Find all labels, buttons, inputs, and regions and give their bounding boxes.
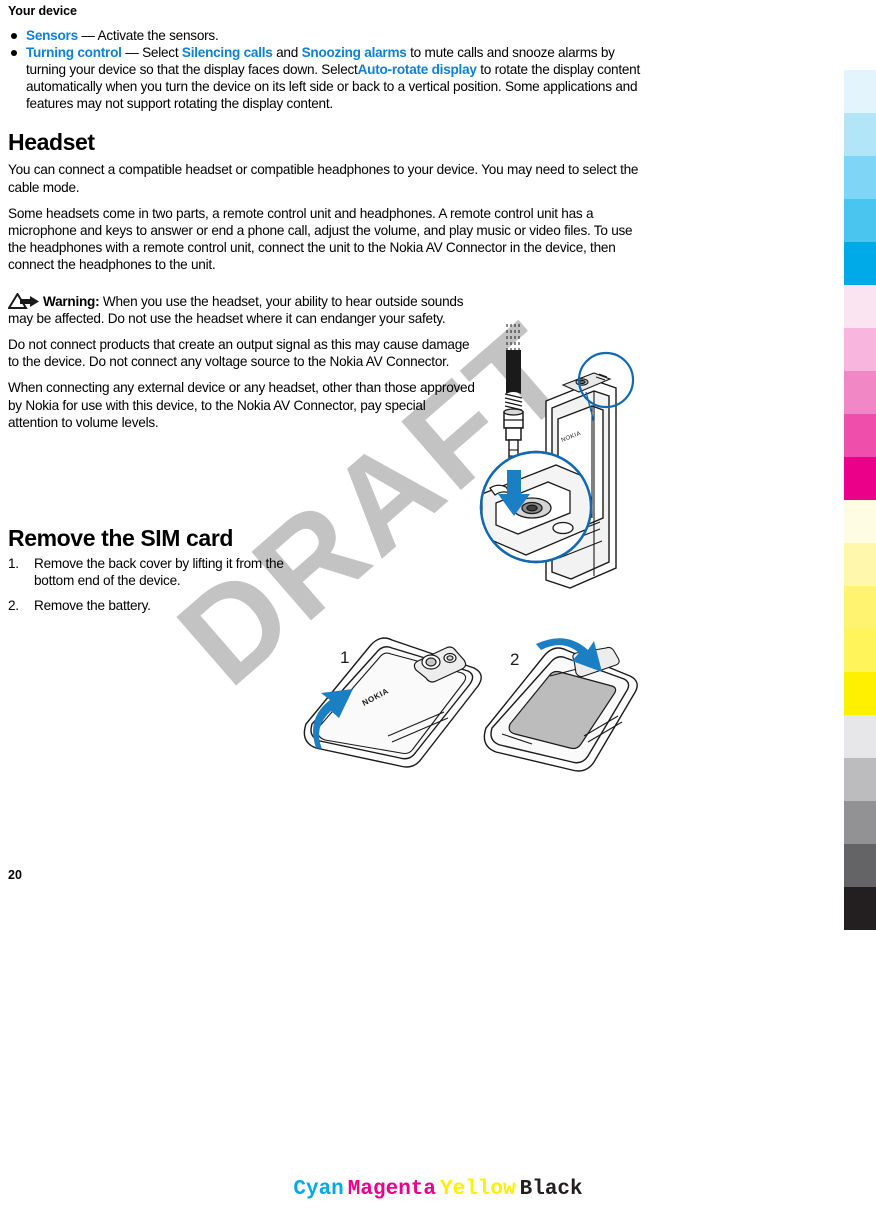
legend-cyan: Cyan xyxy=(293,1178,344,1201)
page-content: Your device Sensors — Activate the senso… xyxy=(7,0,640,622)
figure-callout-2: 2 xyxy=(510,650,519,669)
sim-step-2: 2. Remove the battery. xyxy=(8,597,288,614)
color-swatch-magenta-4 xyxy=(844,414,876,457)
print-color-bars xyxy=(844,0,876,1210)
figure-callout-1: 1 xyxy=(340,648,349,667)
color-swatch-magenta-1 xyxy=(844,285,876,328)
color-swatch-magenta-5 xyxy=(844,457,876,500)
legend-magenta: Magenta xyxy=(347,1178,436,1201)
sim-step-1-text: Remove the back cover by lifting it from… xyxy=(34,555,284,588)
color-swatch-yellow-3 xyxy=(844,586,876,629)
page-number: 20 xyxy=(8,868,22,882)
sim-step-2-number: 2. xyxy=(8,597,19,613)
color-swatch-yellow-2 xyxy=(844,543,876,586)
legend-yellow: Yellow xyxy=(440,1178,516,1201)
headset-paragraph-2: Some headsets come in two parts, a remot… xyxy=(8,205,633,272)
color-swatch-black-5 xyxy=(844,887,876,930)
turning-control-text-1: — Select xyxy=(121,45,182,61)
legend-black: Black xyxy=(519,1178,583,1201)
headset-warning: Warning: When you use the headset, your … xyxy=(7,292,478,327)
sim-step-1: 1. Remove the back cover by lifting it fr… xyxy=(8,555,288,589)
link-silencing-calls[interactable]: Silencing calls xyxy=(182,45,273,60)
color-swatch-cyan-5 xyxy=(844,242,876,285)
feature-bullet-list: Sensors — Activate the sensors. Turning … xyxy=(8,27,640,112)
remove-sim-illustration: NOKIA 1 2 xyxy=(288,632,638,777)
color-swatch-yellow-4 xyxy=(844,629,876,672)
color-bar-group-magenta xyxy=(844,285,876,500)
warning-triangle-arrow-icon xyxy=(7,292,42,310)
headset-paragraph-1: You can connect a compatible headset or … xyxy=(8,162,639,195)
color-swatch-magenta-2 xyxy=(844,328,876,371)
print-color-legend: Cyan Magenta Yellow Black xyxy=(0,1178,876,1201)
sim-steps-list: 1. Remove the back cover by lifting it fr… xyxy=(8,555,288,614)
link-turning-control[interactable]: Turning control xyxy=(26,45,122,60)
color-swatch-yellow-5 xyxy=(844,672,876,715)
color-swatch-black-3 xyxy=(844,801,876,844)
sim-step-2-text: Remove the battery. xyxy=(34,597,151,613)
list-item-turning-control: Turning control — Select Silencing calls… xyxy=(8,44,640,112)
color-swatch-cyan-1 xyxy=(844,70,876,113)
heading-headset: Headset xyxy=(8,129,95,156)
color-swatch-black-2 xyxy=(844,758,876,801)
bullet-sensors-text: — Activate the sensors. xyxy=(77,28,219,43)
sim-step-1-number: 1. xyxy=(8,555,19,571)
color-swatch-black-4 xyxy=(844,844,876,887)
link-sensors[interactable]: Sensors xyxy=(26,28,78,43)
turning-control-text-2: and xyxy=(272,45,302,61)
color-swatch-cyan-4 xyxy=(844,199,876,242)
link-auto-rotate-display[interactable]: Auto-rotate display xyxy=(358,62,477,77)
list-item-sensors: Sensors — Activate the sensors. xyxy=(8,27,640,44)
color-bar-group-cyan xyxy=(844,70,876,285)
color-swatch-magenta-3 xyxy=(844,371,876,414)
color-swatch-yellow-1 xyxy=(844,500,876,543)
color-swatch-black-1 xyxy=(844,715,876,758)
heading-remove-sim-card: Remove the SIM card xyxy=(8,524,234,551)
color-swatch-cyan-2 xyxy=(844,113,876,156)
headset-paragraph-4: When connecting any external device or a… xyxy=(8,380,475,430)
color-bar-group-black xyxy=(844,715,876,930)
headset-paragraph-3: Do not connect products that create an o… xyxy=(8,337,470,370)
document-page: DRAFT NOKIA NOKIA 1 2 Your device Sensor… xyxy=(0,0,876,1210)
link-snoozing-alarms[interactable]: Snoozing alarms xyxy=(302,45,407,60)
color-bar-group-yellow xyxy=(844,500,876,715)
running-head: Your device xyxy=(8,4,77,18)
warning-label: Warning: xyxy=(43,294,100,310)
color-swatch-cyan-3 xyxy=(844,156,876,199)
